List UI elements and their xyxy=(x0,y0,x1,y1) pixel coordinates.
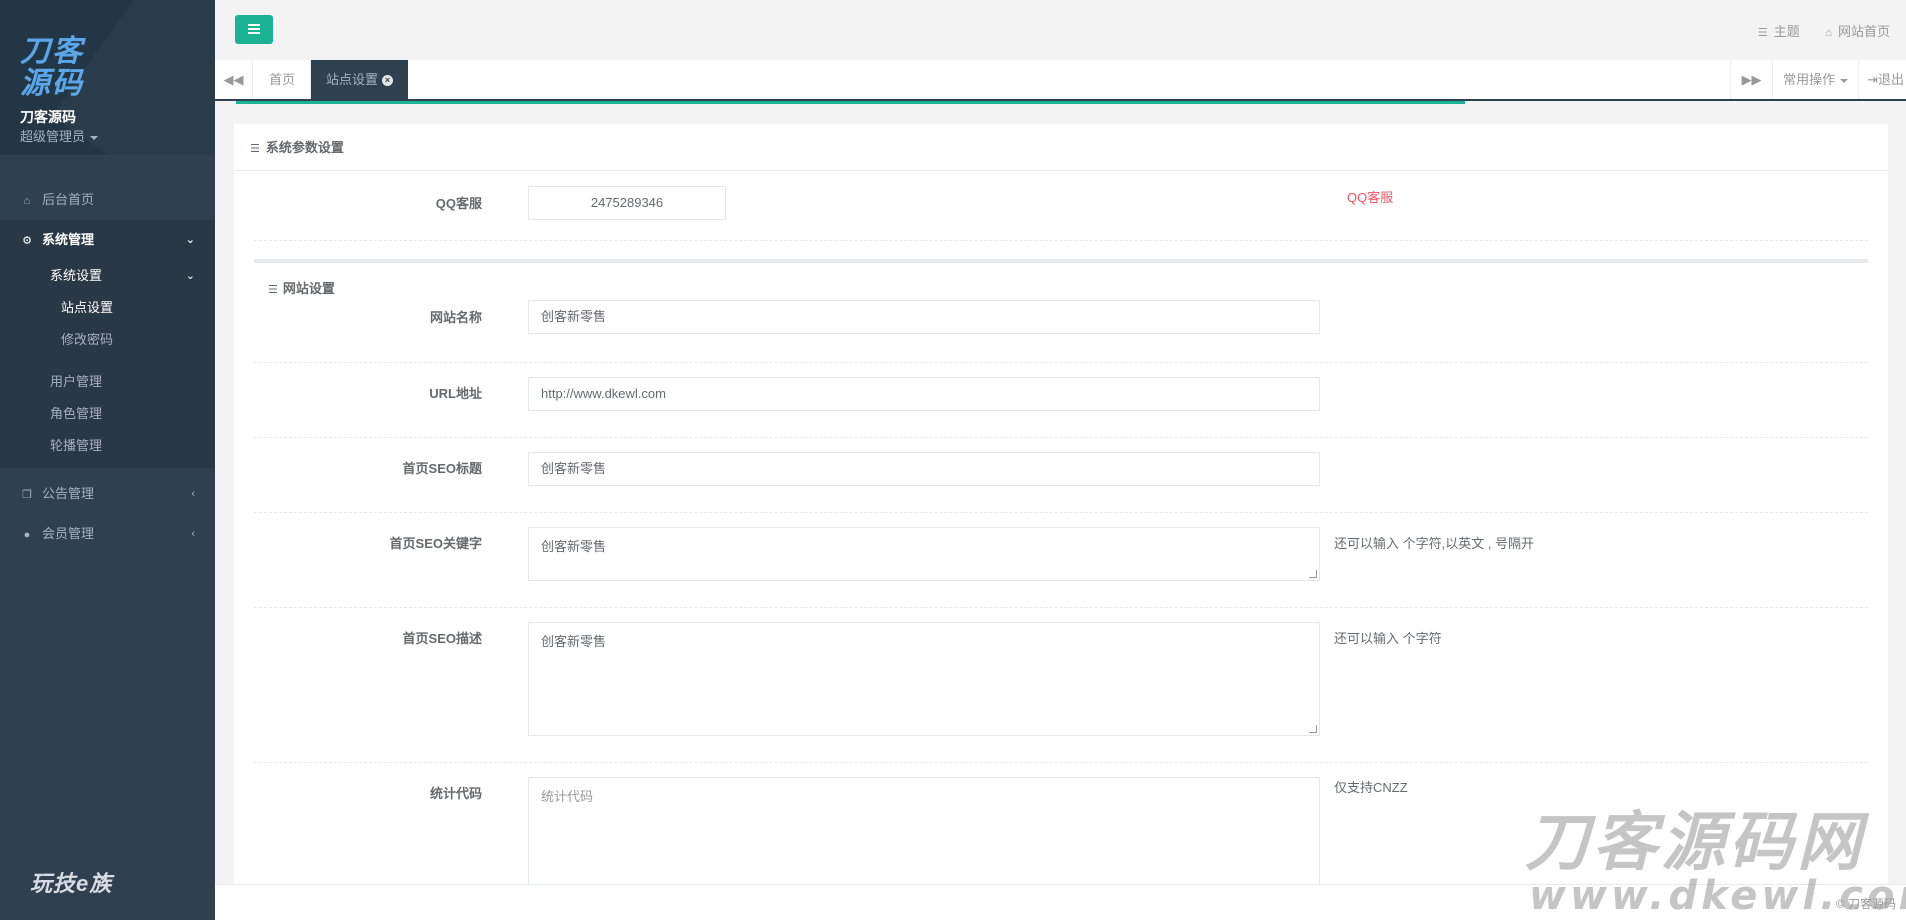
page-progress-bar xyxy=(236,101,1465,104)
chevron-down-icon: ⌄ xyxy=(185,234,195,246)
sidebar-item-label: 后台首页 xyxy=(42,192,95,207)
tab-site-settings[interactable]: 站点设置 × xyxy=(311,60,409,99)
stats-label: 统计代码 xyxy=(429,786,482,801)
form-row-qq: QQ客服 2475289346 QQ客服 xyxy=(254,171,1868,241)
form-row-seo-title: 首页SEO标题 创客新零售 xyxy=(254,438,1868,513)
watermark: 刀客源码网 www.dkewl.com xyxy=(1525,810,1906,916)
panel-title-text: 系统参数设置 xyxy=(265,140,344,155)
qq-input[interactable]: 2475289346 xyxy=(528,186,726,220)
qq-hint: QQ客服 xyxy=(1347,190,1394,205)
top-bar: ☰ 主题 ⌂ 网站首页 xyxy=(215,0,1906,60)
site-name-label: 网站名称 xyxy=(429,310,482,325)
seo-keywords-value: 创客新零售 xyxy=(541,539,607,554)
site-home-label: 网站首页 xyxy=(1837,24,1890,39)
stats-hint: 仅支持CNZZ xyxy=(1334,780,1408,795)
sidebar-item-label: 会员管理 xyxy=(42,526,95,541)
tab-label: 站点设置 xyxy=(326,72,379,87)
list-icon: ☰ xyxy=(250,143,260,155)
seo-keywords-label: 首页SEO关键字 xyxy=(389,536,482,551)
logout-button[interactable]: ⇥退出 xyxy=(1858,60,1906,99)
sidebar-item-user-mgmt[interactable]: 用户管理 xyxy=(0,366,215,398)
menu-toggle-button[interactable] xyxy=(235,15,273,44)
watermark-title: 刀客源码网 xyxy=(1525,806,1865,880)
sidebar-item-member[interactable]: ● 会员管理 ‹ xyxy=(0,514,215,554)
seo-title-label: 首页SEO标题 xyxy=(402,461,482,476)
url-input[interactable]: http://www.dkewl.com xyxy=(528,377,1320,411)
system-submenu: 系统设置 ⌄ 站点设置 修改密码 用户管理 角色管理 轮播管理 xyxy=(0,260,215,468)
site-home-link[interactable]: ⌂ 网站首页 xyxy=(1825,24,1890,39)
common-ops-dropdown[interactable]: 常用操作 xyxy=(1772,60,1858,99)
sidebar-item-carousel-mgmt[interactable]: 轮播管理 xyxy=(0,430,215,462)
form-row-seo-keywords: 首页SEO关键字 创客新零售 还可以输入 个字符,以英文 , 号隔开 xyxy=(254,513,1868,608)
section-title-text: 网站设置 xyxy=(282,281,335,296)
caret-down-icon xyxy=(1840,78,1849,83)
backward-icon: ◀◀ xyxy=(223,72,244,87)
list-icon: ☰ xyxy=(268,284,278,296)
sidebar-item-role-mgmt[interactable]: 角色管理 xyxy=(0,398,215,430)
forward-icon: ▶▶ xyxy=(1741,72,1762,87)
form-row-site-name: 网站名称 创客新零售 xyxy=(254,300,1868,363)
sidebar-item-label: 公告管理 xyxy=(42,486,95,501)
stats-textarea[interactable]: 统计代码 xyxy=(528,777,1320,884)
sidebar: 刀客源码 刀客源码 超级管理员 ⌂ 后台首页 ⚙ 系统管理 ⌄ 系统设置 ⌄ 站点设置 … xyxy=(0,0,215,920)
section-divider xyxy=(254,259,1868,263)
brand-name: 刀客源码 xyxy=(20,109,76,125)
chevron-left-icon: ‹ xyxy=(191,528,195,540)
section-title: ☰ 网站设置 xyxy=(268,278,335,297)
caret-down-icon xyxy=(90,135,99,140)
sidebar-item-home[interactable]: ⌂ 后台首页 xyxy=(0,180,215,220)
logout-label: 退出 xyxy=(1877,72,1904,87)
top-right-links: ☰ 主题 ⌂ 网站首页 xyxy=(1736,21,1890,40)
site-name-input[interactable]: 创客新零售 xyxy=(528,300,1320,334)
resize-handle-icon[interactable] xyxy=(1309,725,1317,733)
form-row-seo-desc: 首页SEO描述 创客新零售 还可以输入 个字符 xyxy=(254,608,1868,763)
watermark-url: www.dkewl.com xyxy=(1529,873,1906,919)
sidebar-item-site-settings[interactable]: 站点设置 xyxy=(0,292,215,324)
resize-handle-icon[interactable] xyxy=(1309,570,1317,578)
tab-scroll-left-button[interactable]: ◀◀ xyxy=(215,60,253,99)
settings-panel: ☰ 系统参数设置 QQ客服 2475289346 QQ客服 ☰ 网站设置 网站名称 … xyxy=(234,124,1888,884)
seo-desc-value: 创客新零售 xyxy=(541,634,607,649)
theme-link[interactable]: ☰ 主题 xyxy=(1758,24,1800,39)
seo-desc-textarea[interactable]: 创客新零售 xyxy=(528,622,1320,736)
sidebar-item-change-password[interactable]: 修改密码 xyxy=(0,324,215,356)
sidebar-item-notice[interactable]: ❐ 公告管理 ‹ xyxy=(0,474,215,514)
sidebar-item-label: 系统设置 xyxy=(50,268,103,283)
sidebar-item-label: 系统管理 xyxy=(42,232,95,247)
bottom-logo: 玩技e族 xyxy=(30,871,113,896)
home-icon: ⌂ xyxy=(23,195,31,207)
logout-icon: ⇥ xyxy=(1867,72,1878,87)
sidebar-nav: ⌂ 后台首页 ⚙ 系统管理 ⌄ 系统设置 ⌄ 站点设置 修改密码 用户管理 角色管理 轮… xyxy=(0,180,215,554)
chevron-left-icon: ‹ xyxy=(191,488,195,500)
seo-desc-hint: 还可以输入 个字符 xyxy=(1334,631,1442,646)
home-icon: ⌂ xyxy=(1825,27,1832,39)
form-row-url: URL地址 http://www.dkewl.com xyxy=(254,363,1868,438)
common-ops-label: 常用操作 xyxy=(1783,72,1836,87)
url-label: URL地址 xyxy=(429,386,482,401)
close-icon[interactable]: × xyxy=(382,75,394,87)
chevron-down-icon: ⌄ xyxy=(185,270,195,282)
tab-bar: ◀◀ 首页 站点设置 × ▶▶ 常用操作 ⇥退出 xyxy=(215,60,1906,101)
list-icon: ☰ xyxy=(1757,27,1768,39)
tab-home[interactable]: 首页 xyxy=(254,60,312,99)
role-label: 超级管理员 xyxy=(20,129,86,144)
sidebar-item-system-settings[interactable]: 系统设置 ⌄ xyxy=(0,260,215,292)
user-icon: ● xyxy=(23,529,31,541)
seo-desc-label: 首页SEO描述 xyxy=(402,631,482,646)
sidebar-item-system[interactable]: ⚙ 系统管理 ⌄ xyxy=(0,220,215,260)
qq-label: QQ客服 xyxy=(435,196,482,211)
seo-keywords-hint: 还可以输入 个字符,以英文 , 号隔开 xyxy=(1334,536,1535,551)
seo-title-input[interactable]: 创客新零售 xyxy=(528,452,1320,486)
sidebar-profile: 刀客源码 刀客源码 超级管理员 xyxy=(0,0,215,155)
seo-keywords-textarea[interactable]: 创客新零售 xyxy=(528,527,1320,581)
logo: 刀客源码 xyxy=(20,34,84,101)
gear-icon: ⚙ xyxy=(22,235,32,247)
documents-icon: ❐ xyxy=(22,489,32,501)
panel-title: ☰ 系统参数设置 xyxy=(234,124,1888,171)
theme-label: 主题 xyxy=(1773,24,1800,39)
tab-scroll-right-button[interactable]: ▶▶ xyxy=(1730,60,1772,99)
tab-bar-right: ▶▶ 常用操作 ⇥退出 xyxy=(1730,60,1906,99)
role-dropdown[interactable]: 超级管理员 xyxy=(20,126,99,145)
